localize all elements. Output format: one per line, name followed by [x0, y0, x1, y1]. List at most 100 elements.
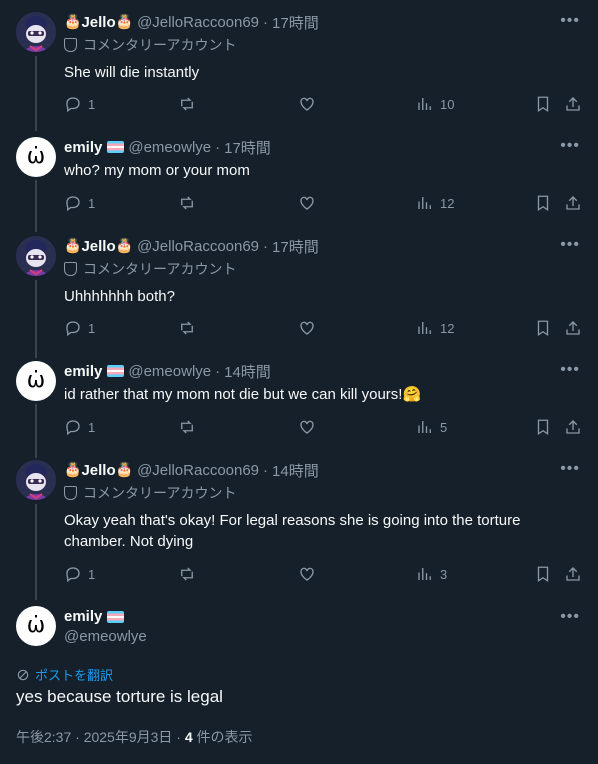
display-name[interactable]: Jello [81, 14, 115, 31]
display-name[interactable]: emily [64, 139, 102, 156]
handle[interactable]: @emeowlye [128, 139, 211, 156]
share-icon [566, 196, 580, 210]
share-button[interactable] [564, 319, 582, 337]
timestamp[interactable]: 14時間 [272, 460, 319, 481]
separator: · [215, 138, 221, 156]
views-button[interactable]: 5 [416, 418, 447, 436]
account-label: コメンタリーアカウント [64, 35, 236, 55]
views-count: 10 [440, 96, 455, 112]
bookmark-icon [537, 566, 549, 583]
share-icon [566, 97, 580, 111]
avatar[interactable] [16, 12, 56, 52]
display-name[interactable]: Jello [81, 238, 115, 255]
bookmark-icon [537, 96, 549, 113]
views-icon [418, 421, 431, 433]
like-button[interactable] [298, 565, 316, 583]
more-icon[interactable]: ••• [560, 461, 580, 477]
translate-label[interactable]: ポストを翻訳 [35, 665, 113, 684]
avatar[interactable] [16, 460, 56, 500]
bookmark-icon [537, 320, 549, 337]
views-icon [418, 197, 431, 209]
share-button[interactable] [564, 565, 582, 583]
timestamp[interactable]: 17時間 [224, 137, 271, 158]
timestamp[interactable]: 午後2:37 · 2025年9月3日 · [16, 729, 185, 745]
bookmark-button[interactable] [534, 319, 552, 337]
cake-emoji: 🎂 [115, 462, 134, 478]
account-label: コメンタリーアカウント [64, 483, 236, 503]
handle[interactable]: @emeowlye [64, 628, 147, 645]
more-icon[interactable]: ••• [560, 13, 580, 29]
retweet-button[interactable] [178, 319, 196, 337]
share-button[interactable] [564, 418, 582, 436]
tweet[interactable]: ω̇ emily @emeowlye · 17時間 ••• who? my mo… [0, 137, 598, 227]
like-button[interactable] [298, 95, 316, 113]
retweet-button[interactable] [178, 418, 196, 436]
reply-count: 1 [88, 566, 96, 582]
retweet-button[interactable] [178, 194, 196, 212]
tweet[interactable]: 🎂 Jello 🎂 @JelloRaccoon69 · 14時間 ••• コメン… [0, 460, 598, 590]
more-icon[interactable]: ••• [560, 609, 580, 625]
handle[interactable]: @emeowlye [128, 363, 211, 380]
tweet-text: id rather that my mom not die but we can… [64, 386, 422, 403]
bookmark-button[interactable] [534, 194, 552, 212]
views-count: 4 [184, 729, 193, 745]
account-label: コメンタリーアカウント [64, 259, 236, 279]
share-button[interactable] [564, 194, 582, 212]
reply-count: 1 [88, 96, 96, 112]
views-button[interactable]: 10 [416, 95, 454, 113]
tweet-text: She will die instantly [64, 64, 200, 81]
reply-button[interactable]: 1 [64, 319, 95, 337]
share-button[interactable] [564, 95, 582, 113]
tweet[interactable]: 🎂 Jello 🎂 @JelloRaccoon69 · 17時間 ••• コメン… [0, 236, 598, 348]
display-name[interactable]: emily [64, 363, 102, 380]
avatar[interactable] [16, 236, 56, 276]
timestamp[interactable]: 17時間 [272, 236, 319, 257]
retweet-icon [181, 321, 193, 335]
reply-button[interactable]: 1 [64, 418, 95, 436]
timestamp[interactable]: 14時間 [224, 361, 271, 382]
handle[interactable]: @JelloRaccoon69 [137, 462, 259, 479]
timestamp[interactable]: 17時間 [272, 12, 319, 33]
like-button[interactable] [298, 319, 316, 337]
avatar[interactable]: ω̇ [16, 137, 56, 177]
more-icon[interactable]: ••• [560, 237, 580, 253]
account-label-text: コメンタリーアカウント [83, 261, 237, 277]
translate-link[interactable]: ポストを翻訳 [16, 665, 113, 684]
account-label-text: コメンタリーアカウント [83, 485, 237, 501]
more-icon[interactable]: ••• [560, 362, 580, 378]
avatar[interactable]: ω̇ [16, 361, 56, 401]
shield-icon [64, 38, 77, 52]
display-name[interactable]: emily [64, 608, 102, 625]
bookmark-button[interactable] [534, 565, 552, 583]
bookmark-icon [537, 195, 549, 212]
reply-button[interactable]: 1 [64, 565, 95, 583]
views-count: 12 [440, 320, 455, 336]
retweet-button[interactable] [178, 565, 196, 583]
like-button[interactable] [298, 194, 316, 212]
reply-button[interactable]: 1 [64, 95, 95, 113]
trans-flag-icon [107, 610, 125, 623]
action-bar: 1 12 [64, 318, 582, 338]
avatar[interactable]: ω̇ [16, 606, 56, 646]
views-icon [418, 98, 431, 110]
views-button[interactable]: 3 [416, 565, 447, 583]
reply-count: 1 [88, 419, 96, 435]
more-icon[interactable]: ••• [560, 138, 580, 154]
retweet-button[interactable] [178, 95, 196, 113]
retweet-icon [181, 567, 193, 581]
bookmark-button[interactable] [534, 95, 552, 113]
reply-button[interactable]: 1 [64, 194, 95, 212]
display-name[interactable]: Jello [81, 462, 115, 479]
tweet[interactable]: ω̇ emily @emeowlye · 14時間 ••• id rather … [0, 361, 598, 451]
views-button[interactable]: 12 [416, 194, 454, 212]
like-button[interactable] [298, 418, 316, 436]
handle[interactable]: @JelloRaccoon69 [137, 238, 259, 255]
cake-emoji: 🎂 [64, 462, 82, 478]
reply-icon [66, 567, 80, 583]
views-button[interactable]: 12 [416, 319, 454, 337]
tweet-text-line: Okay yeah that's okay! For legal reasons… [64, 512, 521, 529]
handle[interactable]: @JelloRaccoon69 [137, 14, 259, 31]
bookmark-button[interactable] [534, 418, 552, 436]
main-name-row: emily [64, 608, 125, 625]
tweet[interactable]: 🎂 Jello 🎂 @JelloRaccoon69 · 17時間 ••• コメン… [0, 12, 598, 124]
